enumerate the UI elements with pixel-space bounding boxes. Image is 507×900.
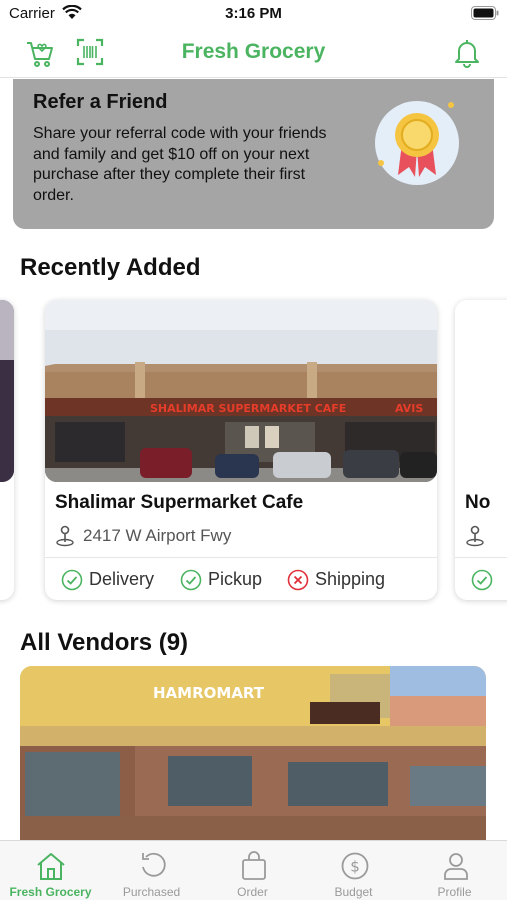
tab-profile[interactable]: Profile	[404, 841, 505, 900]
person-icon	[444, 853, 468, 880]
check-circle-icon	[61, 569, 83, 591]
tab-label: Budget	[334, 885, 373, 899]
refer-description: Share your referral code with your frien…	[33, 125, 327, 204]
tab-label: Profile	[437, 885, 472, 899]
svg-text:$: $	[350, 858, 360, 876]
app-header: Fresh Grocery	[0, 28, 507, 78]
award-badge-icon	[375, 101, 459, 185]
bottom-tab-bar: Fresh Grocery Purchased Order $ Budget P…	[0, 840, 507, 900]
bell-icon[interactable]	[453, 37, 481, 69]
vendor-card-previous[interactable]	[0, 300, 14, 600]
vendor-name: No	[465, 492, 491, 513]
check-circle-icon	[471, 569, 493, 591]
vendor-photo	[455, 300, 507, 482]
tab-label: Fresh Grocery	[9, 885, 92, 899]
x-circle-icon	[287, 569, 309, 591]
check-circle-icon	[180, 569, 202, 591]
page-title: Fresh Grocery	[181, 40, 326, 63]
svg-text:HAMROMART: HAMROMART	[153, 684, 265, 702]
tab-label: Order	[237, 885, 268, 899]
home-icon	[37, 853, 65, 880]
refer-a-friend-card[interactable]: Refer a Friend Share your referral code …	[13, 79, 494, 229]
all-vendors-title: All Vendors (9)	[20, 629, 189, 656]
vendor-photo-hamromart[interactable]: HAMROMART	[20, 666, 486, 840]
status-time: 3:16 PM	[225, 5, 282, 22]
tag-label: Pickup	[208, 569, 263, 589]
tab-purchased[interactable]: Purchased	[101, 841, 202, 900]
location-pin-icon	[466, 525, 484, 547]
dollar-icon: $	[341, 852, 369, 880]
tab-label: Purchased	[122, 885, 181, 899]
recently-added-title: Recently Added	[20, 254, 201, 281]
tab-fresh-grocery[interactable]: Fresh Grocery	[0, 841, 101, 900]
card-divider	[45, 557, 437, 558]
home-scroll-content[interactable]: Refer a Friend Share your referral code …	[0, 79, 507, 840]
vendor-address: 2417 W Airport Fwy	[83, 526, 232, 545]
history-icon	[142, 852, 166, 877]
vendor-card[interactable]: SHALIMAR SUPERMARKET CAFE AVIS Shalimar …	[45, 300, 437, 600]
vendor-photo: SHALIMAR SUPERMARKET CAFE AVIS	[45, 300, 437, 482]
vendor-photo	[0, 300, 14, 482]
svg-text:AVIS: AVIS	[395, 402, 423, 415]
tag-label: Delivery	[89, 569, 155, 589]
location-pin-icon	[56, 525, 74, 547]
refer-title: Refer a Friend	[33, 91, 168, 113]
tab-budget[interactable]: $ Budget	[303, 841, 404, 900]
bag-icon	[242, 851, 266, 880]
svg-text:SHALIMAR SUPERMARKET CAFE: SHALIMAR SUPERMARKET CAFE	[150, 402, 346, 415]
vendor-name: Shalimar Supermarket Cafe	[55, 492, 304, 513]
tag-label: Shipping	[315, 569, 386, 589]
tab-order[interactable]: Order	[202, 841, 303, 900]
vendor-card-next[interactable]: No	[455, 300, 507, 600]
status-bar: Carrier 3:16 PM	[0, 0, 507, 28]
card-divider	[455, 557, 507, 558]
recently-added-carousel[interactable]: SHALIMAR SUPERMARKET CAFE AVIS Shalimar …	[0, 296, 507, 602]
battery-icon	[471, 6, 499, 20]
